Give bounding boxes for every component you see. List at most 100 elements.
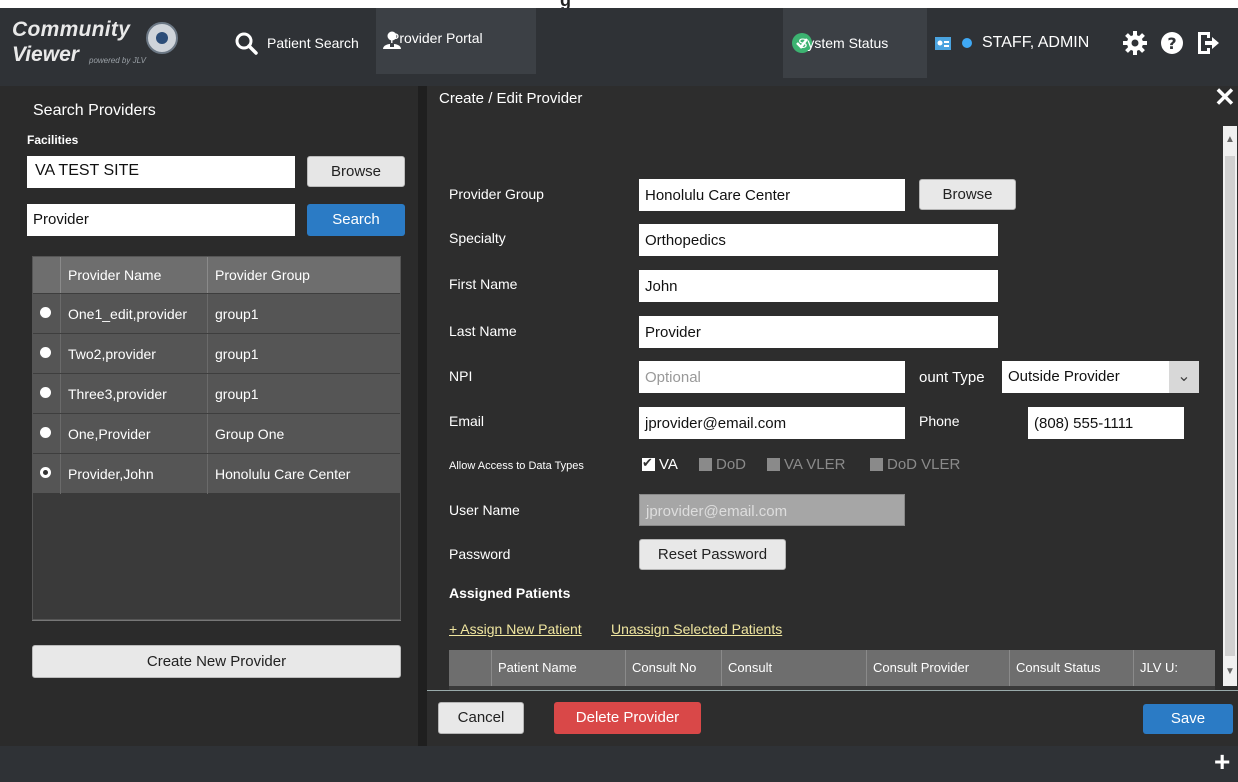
table-row[interactable]: Two2,provider group1: [33, 333, 400, 374]
providers-table-header: Provider Name Provider Group: [33, 257, 400, 293]
assign-new-patient-link[interactable]: + Assign New Patient: [449, 621, 582, 637]
provider-name-cell: One1_edit,provider: [60, 294, 207, 334]
npi-label: NPI: [449, 368, 473, 384]
search-button[interactable]: Search: [307, 204, 405, 236]
account-type-label: ount Type: [919, 369, 985, 386]
logo-line2: Viewer: [12, 43, 79, 66]
row-radio[interactable]: [40, 387, 51, 398]
row-radio-selected[interactable]: [40, 467, 51, 478]
table-row[interactable]: Provider,John Honolulu Care Center: [33, 453, 400, 494]
nav-provider-portal[interactable]: Provider Portal: [376, 8, 536, 74]
assigned-patients-heading: Assigned Patients: [449, 585, 571, 601]
checkbox-va-vler-label: VA VLER: [784, 456, 846, 473]
specialty-label: Specialty: [449, 230, 506, 246]
provider-group-input[interactable]: Honolulu Care Center: [639, 179, 905, 211]
col-consult-no[interactable]: Consult No: [625, 650, 721, 686]
chevron-down-icon[interactable]: ⌄: [1169, 361, 1199, 393]
user-menu[interactable]: STAFF, ADMIN: [930, 8, 1093, 78]
app-root: g Community Viewer powered by JLV Patien…: [0, 0, 1238, 782]
save-button[interactable]: Save: [1143, 704, 1233, 734]
gear-icon[interactable]: [1122, 30, 1148, 56]
nav-patient-search-label: Patient Search: [267, 35, 359, 51]
delete-provider-button[interactable]: Delete Provider: [554, 702, 701, 734]
close-icon[interactable]: ✕: [1214, 82, 1236, 113]
username-input: jprovider@email.com: [639, 494, 905, 526]
allow-access-label: Allow Access to Data Types: [449, 460, 584, 472]
scroll-down-icon[interactable]: ▼: [1225, 666, 1235, 677]
scroll-thumb[interactable]: [1225, 156, 1235, 656]
col-consult-status[interactable]: Consult Status: [1009, 650, 1133, 686]
plus-icon[interactable]: +: [1214, 746, 1230, 778]
col-consult-provider[interactable]: Consult Provider: [866, 650, 1009, 686]
checkbox-va[interactable]: VA: [642, 455, 678, 473]
provider-name-cell: One,Provider: [60, 414, 207, 454]
col-provider-name[interactable]: Provider Name: [60, 257, 207, 293]
table-row[interactable]: Three3,provider group1: [33, 373, 400, 414]
header-actions: ?: [1122, 8, 1220, 78]
create-new-provider-button[interactable]: Create New Provider: [32, 645, 401, 678]
provider-name-cell: Provider,John: [60, 454, 207, 494]
panel-divider[interactable]: [418, 86, 427, 746]
system-status-label: System Status: [798, 35, 889, 51]
logout-icon[interactable]: [1196, 30, 1220, 56]
specialty-input[interactable]: Orthopedics: [639, 224, 998, 256]
email-input[interactable]: jprovider@email.com: [639, 407, 905, 439]
last-name-input[interactable]: Provider: [639, 316, 998, 348]
row-radio[interactable]: [40, 427, 51, 438]
bottom-bar: +: [0, 746, 1238, 782]
footer-divider: [427, 690, 1238, 691]
table-row[interactable]: One1_edit,provider group1: [33, 293, 400, 334]
npi-input[interactable]: Optional: [639, 361, 905, 393]
checkbox-icon: [699, 458, 712, 471]
facilities-input[interactable]: VA TEST SITE: [27, 156, 295, 188]
provider-group-browse-button[interactable]: Browse: [919, 179, 1016, 210]
va-seal-icon: [146, 22, 178, 54]
cancel-button[interactable]: Cancel: [438, 702, 524, 734]
col-consult[interactable]: Consult: [721, 650, 866, 686]
checkbox-dod-vler[interactable]: DoD VLER: [870, 456, 960, 473]
reset-password-button[interactable]: Reset Password: [639, 539, 786, 570]
edit-provider-title: Create / Edit Provider: [439, 90, 583, 107]
facilities-label: Facilities: [27, 133, 79, 147]
email-label: Email: [449, 413, 485, 429]
app-logo[interactable]: Community Viewer powered by JLV: [12, 18, 192, 78]
help-icon[interactable]: ?: [1160, 31, 1184, 55]
facilities-browse-button[interactable]: Browse: [307, 156, 405, 187]
assigned-patients-table-header: Patient Name Consult No Consult Consult …: [449, 650, 1215, 686]
phone-input[interactable]: (808) 555-1111: [1028, 407, 1184, 439]
row-radio[interactable]: [40, 307, 51, 318]
table-row[interactable]: One,Provider Group One: [33, 413, 400, 454]
first-name-label: First Name: [449, 276, 518, 292]
system-status-button[interactable]: System Status: [783, 8, 927, 78]
search-providers-title: Search Providers: [33, 102, 156, 119]
unassign-selected-patients-link[interactable]: Unassign Selected Patients: [611, 621, 782, 637]
provider-group-label: Provider Group: [449, 186, 544, 202]
provider-group-cell: group1: [207, 294, 400, 334]
logo-line1: Community: [12, 18, 131, 41]
checkbox-icon: [767, 458, 780, 471]
checkbox-va-vler[interactable]: VA VLER: [767, 456, 845, 473]
form-scrollbar[interactable]: ▲ ▼: [1223, 126, 1237, 686]
nav-patient-search[interactable]: Patient Search: [226, 8, 367, 78]
provider-search-input[interactable]: Provider: [27, 204, 295, 236]
col-provider-group[interactable]: Provider Group: [207, 257, 400, 293]
table-footer-line: [32, 620, 401, 621]
row-radio[interactable]: [40, 347, 51, 358]
svg-text:?: ?: [1167, 34, 1176, 53]
checkbox-dod[interactable]: DoD: [699, 456, 746, 473]
nav-provider-portal-label: Provider Portal: [390, 30, 483, 46]
col-patient-name[interactable]: Patient Name: [491, 650, 625, 686]
user-status-dot-icon: [962, 38, 972, 48]
search-providers-panel: Search Providers Facilities VA TEST SITE…: [0, 86, 418, 746]
provider-name-cell: Three3,provider: [60, 374, 207, 414]
account-type-value: Outside Provider: [1008, 368, 1120, 385]
first-name-input[interactable]: John: [639, 270, 998, 302]
phone-label: Phone: [919, 413, 960, 429]
account-type-select[interactable]: Outside Provider ⌄: [1002, 361, 1199, 393]
user-badge-icon: [935, 37, 951, 50]
provider-name-cell: Two2,provider: [60, 334, 207, 374]
scroll-up-icon[interactable]: ▲: [1225, 134, 1235, 145]
col-jlv-user[interactable]: JLV U:: [1133, 650, 1215, 686]
assigned-patients-table: Patient Name Consult No Consult Consult …: [449, 650, 1215, 690]
checkbox-va-label: VA: [659, 456, 678, 473]
